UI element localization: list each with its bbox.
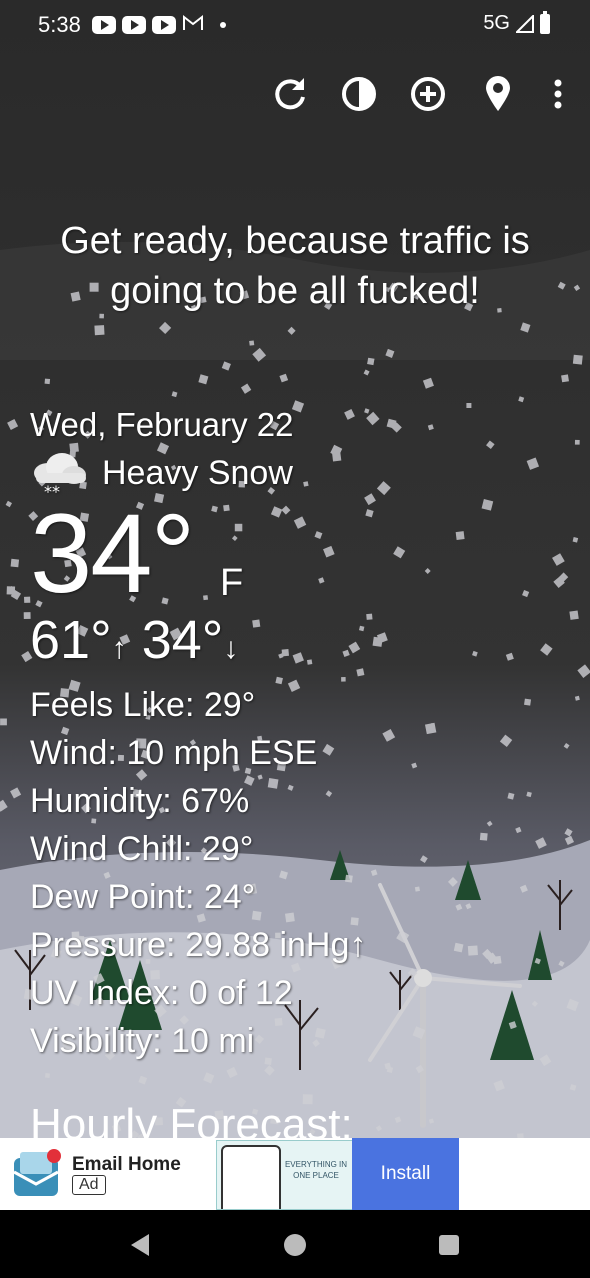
current-weather: Wed, February 22 ** Heavy Snow 34° F 61°… [30, 404, 570, 1065]
status-time: 5:38 [38, 12, 81, 37]
home-icon[interactable] [280, 1230, 310, 1260]
theme-button[interactable] [337, 72, 381, 116]
weather-details: Feels Like: 29° Wind: 10 mph ESE Humidit… [30, 681, 570, 1065]
feels-like: Feels Like: 29° [30, 686, 256, 724]
ad-badge: Ad [72, 1175, 106, 1195]
system-indicators: 5G [483, 10, 550, 35]
snowflake [45, 1073, 50, 1078]
location-pin-icon [486, 76, 510, 111]
dew-point: Dew Point: 24° [30, 878, 256, 916]
email-home-app-icon [13, 1149, 61, 1196]
phone-mockup [221, 1145, 281, 1209]
network-label: 5G [483, 12, 510, 34]
temperature-unit: F [220, 562, 244, 604]
low-temperature: 34° [141, 610, 224, 670]
wind-chill: Wind Chill: 29° [30, 830, 254, 868]
weather-headline: Get ready, because traffic is going to b… [60, 220, 530, 312]
back-icon[interactable] [125, 1230, 155, 1260]
location-button[interactable] [476, 72, 520, 116]
snowflake [572, 354, 583, 365]
ad-preview-text: EVERYTHING IN ONE PLACE [284, 1160, 348, 1180]
high-low-temperatures: 61°↑ 34°↓ [30, 608, 570, 681]
status-bar: 5:38 5G [0, 0, 590, 54]
snowflake [10, 558, 20, 568]
low-arrow-icon: ↓ [223, 632, 239, 665]
gmail-icon [182, 14, 204, 35]
condition-label: Heavy Snow [102, 453, 293, 492]
refresh-icon [275, 78, 305, 110]
notification-icons [92, 14, 226, 35]
snowflake [249, 340, 255, 346]
temperature-row: 34° F [30, 498, 570, 610]
snowflake [561, 374, 569, 383]
install-button[interactable]: Install [352, 1138, 459, 1210]
current-temperature: 34° [30, 491, 195, 616]
visibility: Visibility: 10 mi [30, 1022, 255, 1060]
add-location-icon [411, 77, 445, 111]
high-temperature: 61° [30, 610, 112, 670]
snowflake [0, 718, 7, 726]
recents-icon[interactable] [434, 1230, 464, 1260]
snowflake [44, 378, 51, 385]
signal-icon [516, 14, 534, 33]
uv-index: UV Index: 0 of 12 [30, 974, 293, 1012]
battery-icon [540, 10, 550, 34]
high-arrow-icon: ↑ [111, 632, 127, 665]
weather-app: 5:38 5G Get ready, because traffic is go… [0, 0, 590, 1278]
snowflake [94, 325, 105, 336]
weather-toolbar [0, 72, 590, 118]
snowflake [574, 439, 580, 445]
youtube-icon [122, 15, 146, 34]
snowflake [569, 610, 579, 620]
youtube-icon [152, 15, 176, 34]
humidity: Humidity: 67% [30, 782, 250, 820]
ad-banner[interactable]: Email Home Ad EVERYTHING IN ONE PLACE In… [0, 1138, 590, 1210]
more-options-icon [554, 79, 562, 109]
pressure: Pressure: 29.88 inHg↑ [30, 926, 367, 964]
system-navigation-bar [0, 1210, 590, 1278]
ad-preview-image: EVERYTHING IN ONE PLACE [216, 1140, 354, 1210]
add-location-button[interactable] [406, 72, 450, 116]
snowflake [367, 357, 375, 366]
more-options-button[interactable] [536, 72, 580, 116]
current-date: Wed, February 22 [30, 406, 294, 443]
theme-icon [342, 77, 376, 111]
youtube-icon [92, 15, 116, 34]
more-notifications-dot-icon [220, 21, 226, 28]
ad-title: Email Home [72, 1154, 181, 1175]
refresh-button[interactable] [268, 72, 312, 116]
wind: Wind: 10 mph ESE [30, 734, 318, 772]
